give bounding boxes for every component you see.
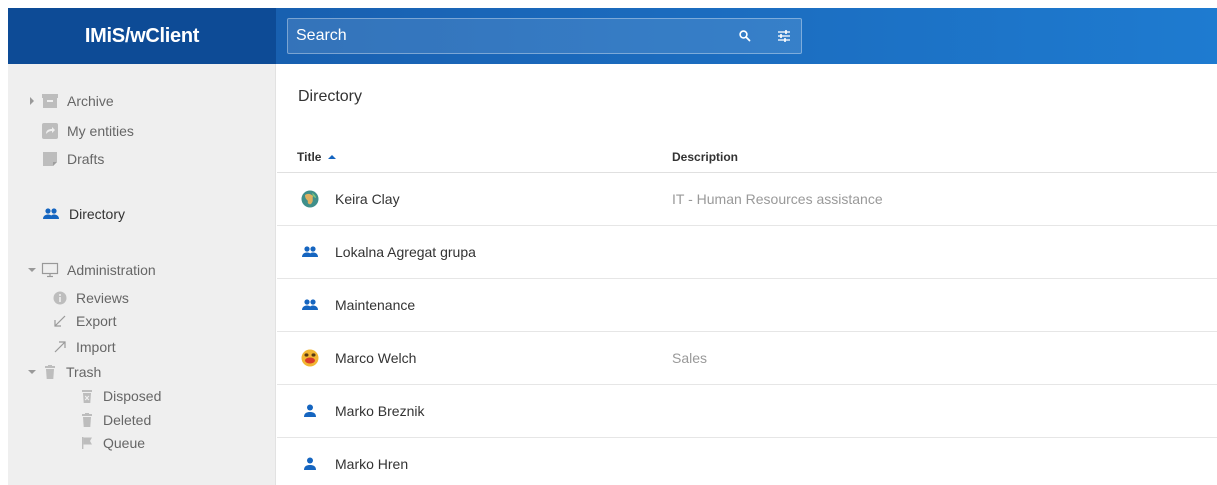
sidebar-item-export[interactable]: Export bbox=[52, 310, 116, 332]
search-icon[interactable] bbox=[736, 27, 754, 45]
filter-settings-icon[interactable] bbox=[775, 27, 793, 45]
draft-note-icon bbox=[43, 152, 57, 166]
sidebar-item-directory[interactable]: Directory bbox=[41, 203, 125, 225]
sidebar-item-archive[interactable]: Archive bbox=[41, 90, 114, 112]
sidebar-item-import[interactable]: Import bbox=[52, 336, 116, 358]
sidebar-item-label: Directory bbox=[69, 206, 126, 222]
row-title: Marco Welch bbox=[335, 350, 417, 366]
chevron-right-icon[interactable] bbox=[29, 97, 35, 105]
table-row[interactable]: Marco Welch Sales bbox=[277, 332, 1217, 385]
group-icon bbox=[43, 208, 59, 219]
column-header-label: Description bbox=[672, 150, 739, 164]
sidebar-item-label: Administration bbox=[67, 262, 156, 278]
sidebar-item-drafts[interactable]: Drafts bbox=[41, 148, 104, 170]
trash-icon bbox=[45, 365, 55, 379]
flag-icon bbox=[82, 437, 92, 449]
avatar-emoji-icon bbox=[301, 349, 319, 367]
column-header-description[interactable]: Description bbox=[672, 150, 738, 164]
chevron-down-icon[interactable] bbox=[28, 267, 36, 273]
sidebar-item-label: Archive bbox=[67, 93, 114, 109]
row-description: IT - Human Resources assistance bbox=[672, 191, 883, 207]
row-title: Maintenance bbox=[335, 297, 416, 313]
arrow-down-left-icon bbox=[54, 315, 66, 327]
search-input[interactable] bbox=[288, 19, 718, 53]
table-row[interactable]: Marko Hren bbox=[277, 438, 1217, 485]
group-icon bbox=[302, 299, 318, 310]
share-arrow-icon bbox=[42, 123, 58, 139]
sidebar: Archive My entities Drafts Directory Adm… bbox=[8, 64, 276, 485]
column-header-title[interactable]: Title bbox=[297, 150, 337, 164]
top-bar: IMiS/wClient bbox=[8, 8, 1217, 64]
info-circle-icon bbox=[53, 291, 67, 305]
sidebar-item-label: Queue bbox=[103, 435, 146, 451]
search-box[interactable] bbox=[287, 18, 802, 54]
sidebar-item-label: Disposed bbox=[103, 388, 162, 404]
sidebar-item-label: Export bbox=[76, 313, 117, 329]
sidebar-item-label: Reviews bbox=[76, 290, 129, 306]
arrow-up-right-icon bbox=[54, 341, 66, 353]
sidebar-item-disposed[interactable]: Disposed bbox=[79, 385, 161, 407]
avatar-globe-icon bbox=[301, 190, 319, 208]
group-icon bbox=[302, 246, 318, 257]
table-row[interactable]: Keira Clay IT - Human Resources assistan… bbox=[277, 173, 1217, 226]
person-icon bbox=[304, 457, 316, 470]
table-row[interactable]: Lokalna Agregat grupa bbox=[277, 226, 1217, 279]
sort-ascending-icon bbox=[328, 155, 337, 159]
table-row[interactable]: Maintenance bbox=[277, 279, 1217, 332]
person-icon bbox=[304, 404, 316, 417]
sidebar-item-label: Import bbox=[76, 339, 116, 355]
sidebar-item-my-entities[interactable]: My entities bbox=[41, 120, 134, 142]
sidebar-item-reviews[interactable]: Reviews bbox=[52, 287, 129, 309]
trash-icon bbox=[82, 413, 92, 427]
monitor-icon bbox=[41, 262, 59, 278]
sidebar-item-label: Deleted bbox=[103, 412, 152, 428]
sidebar-item-administration[interactable]: Administration bbox=[41, 259, 156, 281]
sidebar-item-label: Trash bbox=[66, 364, 102, 380]
page-title: Directory bbox=[298, 88, 363, 105]
table-row[interactable]: Marko Breznik bbox=[277, 385, 1217, 438]
main-panel: Directory Title Description Keira Clay I… bbox=[277, 64, 1217, 485]
sidebar-item-queue[interactable]: Queue bbox=[79, 432, 145, 454]
sidebar-item-label: Drafts bbox=[67, 151, 105, 167]
trash-x-icon bbox=[82, 390, 92, 403]
column-header-label: Title bbox=[297, 150, 322, 164]
row-title: Keira Clay bbox=[335, 191, 400, 207]
app-title[interactable]: IMiS/wClient bbox=[8, 8, 276, 64]
row-title: Marko Hren bbox=[335, 456, 409, 472]
archive-box-icon bbox=[42, 94, 58, 108]
row-description: Sales bbox=[672, 350, 708, 366]
row-title: Lokalna Agregat grupa bbox=[335, 244, 476, 260]
sidebar-item-label: My entities bbox=[67, 123, 134, 139]
sidebar-item-trash[interactable]: Trash bbox=[42, 361, 101, 383]
row-title: Marko Breznik bbox=[335, 403, 425, 419]
sidebar-item-deleted[interactable]: Deleted bbox=[79, 409, 151, 431]
chevron-down-icon[interactable] bbox=[28, 369, 36, 375]
